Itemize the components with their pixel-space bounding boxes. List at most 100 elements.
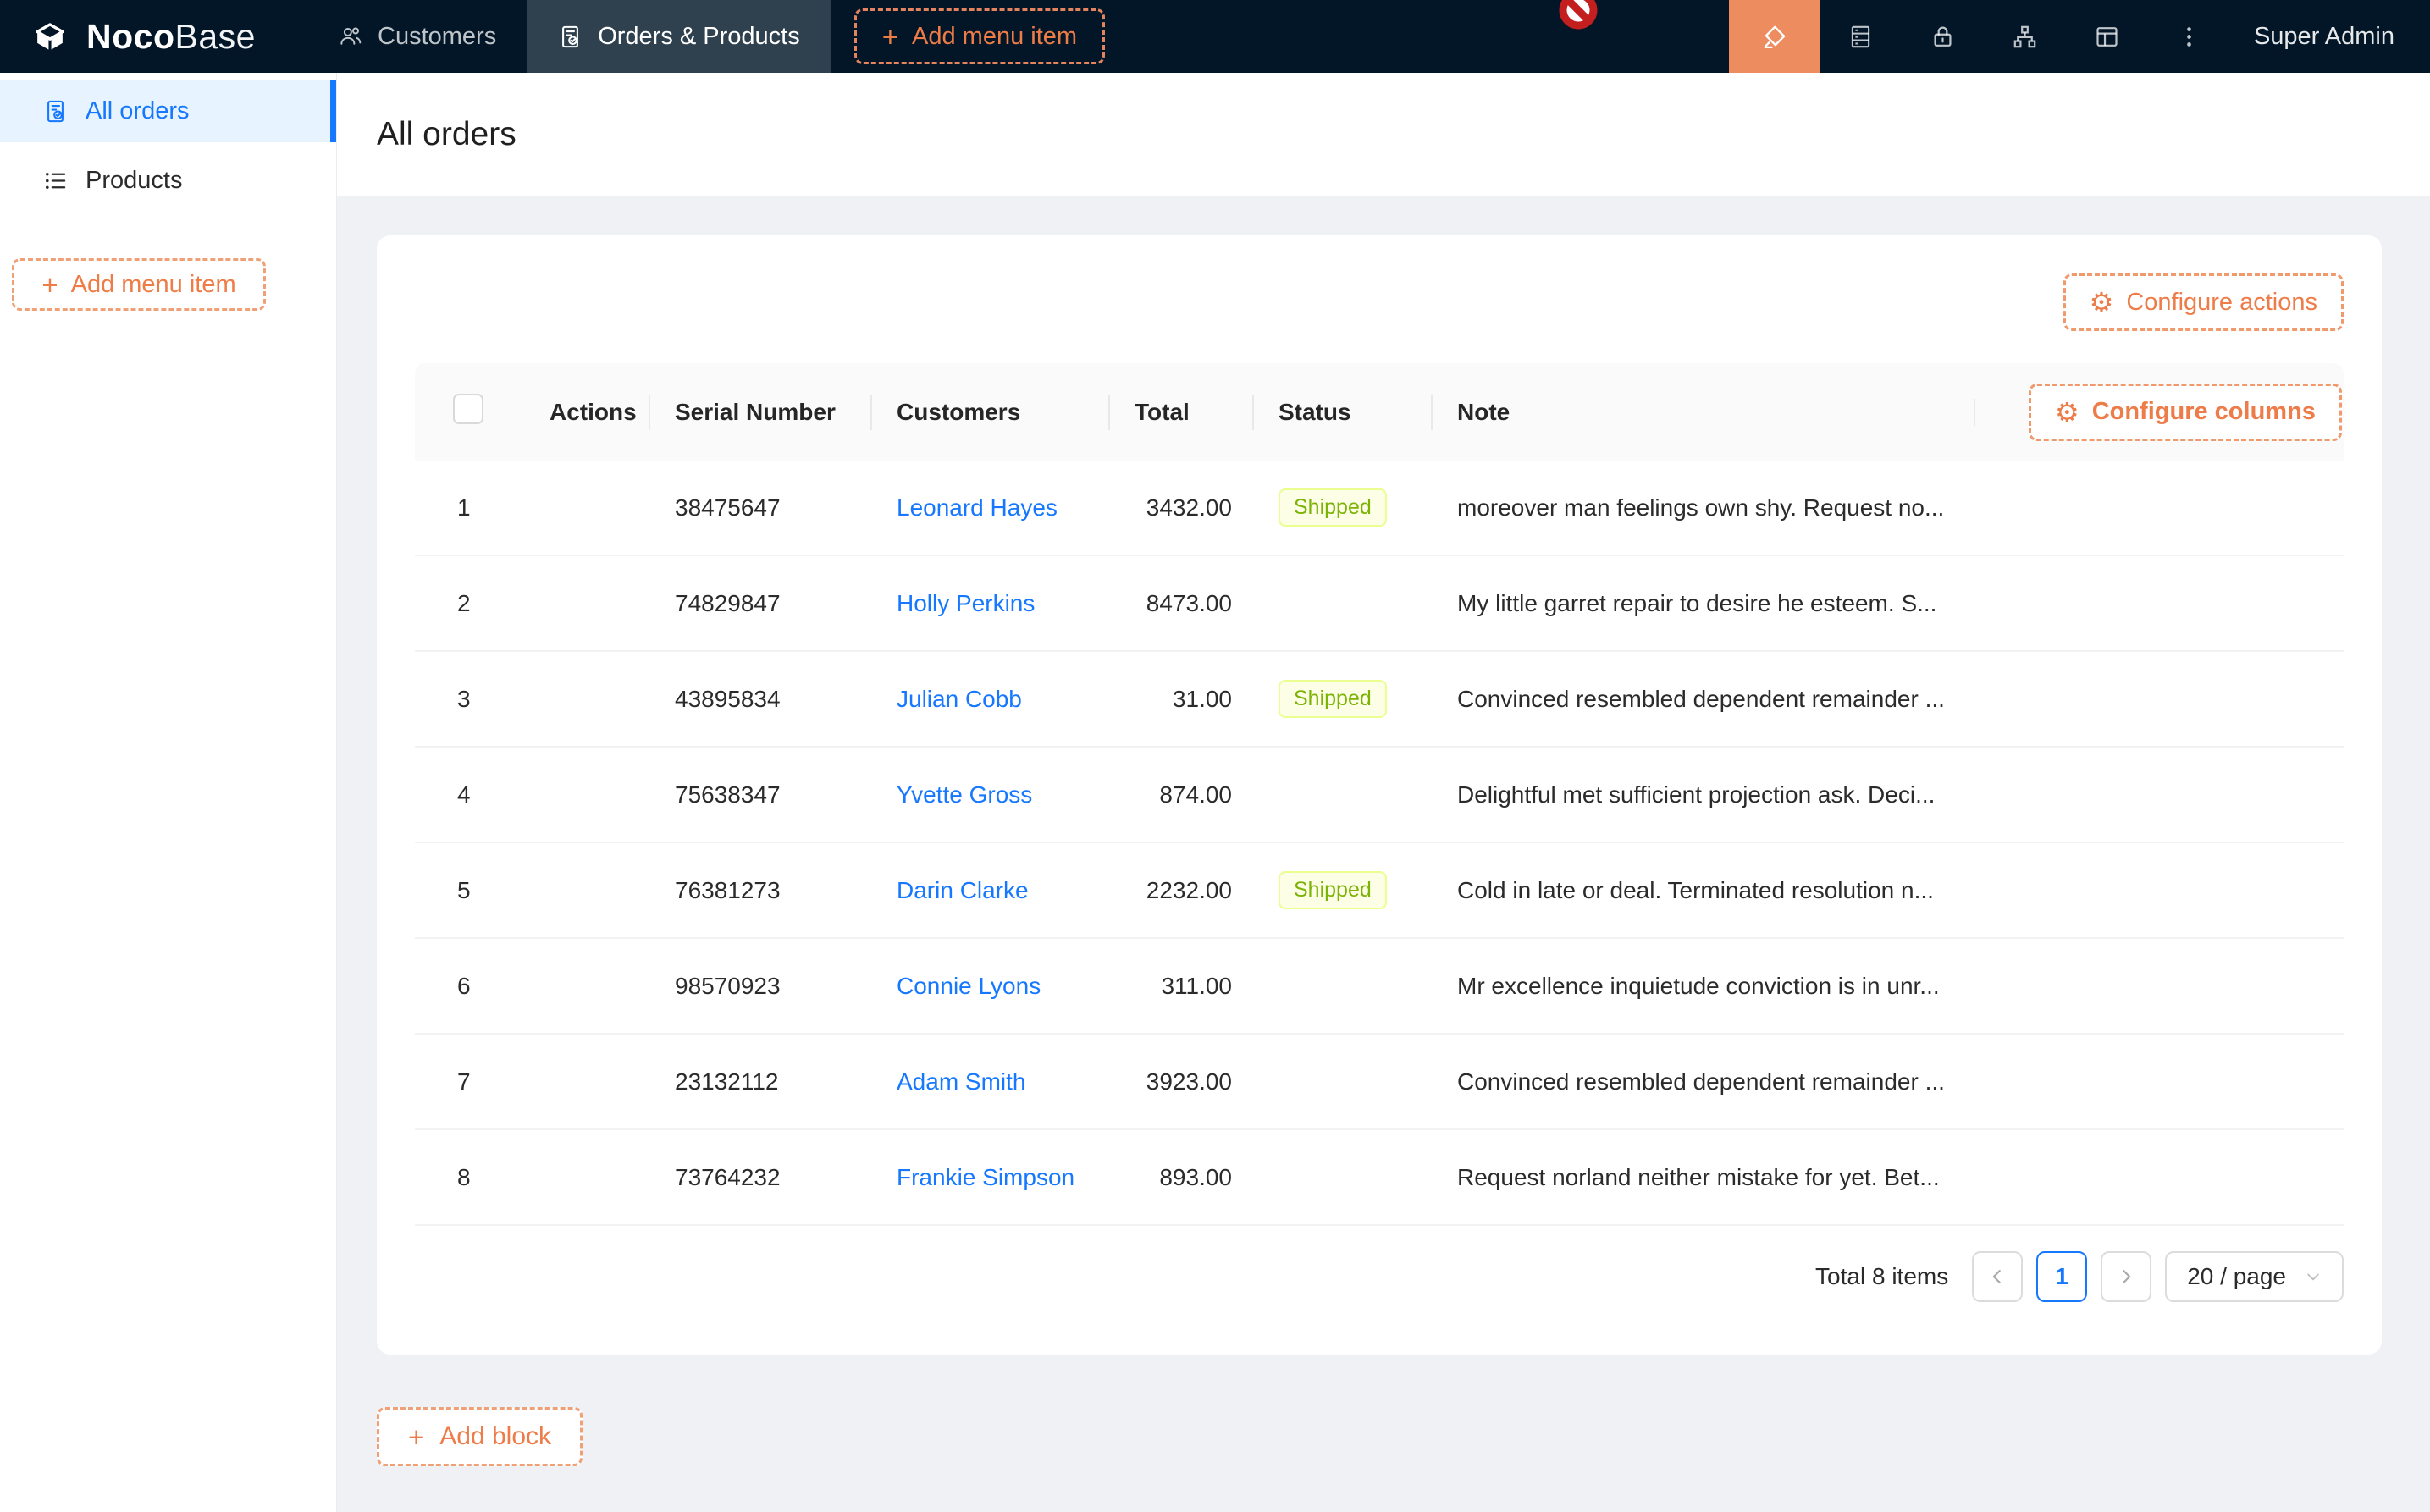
column-header-status[interactable]: Status: [1254, 399, 1433, 426]
table-header-row: Actions Serial Number Customers Total St…: [415, 363, 2344, 461]
table-row[interactable]: 3 43895834 Julian Cobb 31.00 Shipped Con…: [415, 652, 2344, 748]
orders-table: Actions Serial Number Customers Total St…: [415, 363, 2344, 1302]
collections-button[interactable]: [1820, 0, 1902, 73]
current-user-menu[interactable]: Super Admin: [2254, 23, 2394, 51]
total-cell: 3432.00: [1110, 494, 1254, 521]
plugins-button[interactable]: [1984, 0, 2066, 73]
pagination-prev-button[interactable]: [1972, 1251, 2023, 1302]
pagination-total: Total 8 items: [1815, 1263, 1948, 1290]
customer-link[interactable]: Frankie Simpson: [897, 1164, 1074, 1190]
total-cell: 8473.00: [1110, 590, 1254, 617]
status-badge: Shipped: [1279, 488, 1387, 527]
pagination-next-button[interactable]: [2101, 1251, 2151, 1302]
column-header-note[interactable]: Note: [1433, 399, 1975, 426]
customer-cell: Adam Smith: [872, 1068, 1110, 1095]
customer-link[interactable]: Julian Cobb: [897, 686, 1022, 712]
permissions-button[interactable]: [1902, 0, 1984, 73]
serial-number-cell: 98570923: [650, 973, 872, 1000]
customer-link[interactable]: Darin Clarke: [897, 877, 1029, 903]
table-row[interactable]: 8 73764232 Frankie Simpson 893.00 Reques…: [415, 1130, 2344, 1226]
products-list-icon: [42, 168, 69, 194]
total-cell: 874.00: [1110, 781, 1254, 808]
plus-icon: +: [882, 23, 898, 51]
layout-icon: [2093, 23, 2121, 51]
gear-icon: ⚙: [2090, 289, 2114, 316]
customer-link[interactable]: Holly Perkins: [897, 590, 1035, 616]
topbar-add-menu-item-button[interactable]: + Add menu item: [854, 8, 1105, 64]
note-cell: Delightful met sufficient projection ask…: [1433, 781, 1975, 808]
ui-editor-button[interactable]: [1729, 0, 1820, 73]
note-cell: Convinced resembled dependent remainder …: [1433, 1068, 1975, 1095]
pagination-page-1[interactable]: 1: [2036, 1251, 2087, 1302]
gear-icon: ⚙: [2055, 399, 2079, 426]
plus-icon: +: [408, 1423, 424, 1451]
table-row[interactable]: 1 38475647 Leonard Hayes 3432.00 Shipped…: [415, 461, 2344, 556]
table-toolbar: ⚙ Configure actions: [415, 273, 2344, 331]
serial-number-cell: 76381273: [650, 877, 872, 904]
sidebar-item-all-orders[interactable]: All orders: [0, 80, 336, 142]
row-index: 8: [415, 1164, 525, 1191]
top-menu-label: Customers: [378, 23, 496, 51]
orders-icon: [557, 24, 583, 50]
customer-cell: Darin Clarke: [872, 877, 1110, 904]
customer-link[interactable]: Adam Smith: [897, 1068, 1026, 1095]
page-size-select[interactable]: 20 / page: [2165, 1251, 2344, 1302]
top-menu-item-orders-products[interactable]: Orders & Products: [527, 0, 831, 73]
topbar-right-actions: Super Admin: [1729, 0, 2430, 73]
top-menu-item-customers[interactable]: Customers: [307, 0, 527, 73]
add-block-button[interactable]: + Add block: [377, 1407, 583, 1466]
row-index: 3: [415, 686, 525, 713]
sidebar-item-products[interactable]: Products: [0, 149, 336, 212]
column-header-actions[interactable]: Actions: [525, 399, 650, 426]
note-cell: My little garret repair to desire he est…: [1433, 590, 1975, 617]
page-header: All orders: [336, 73, 2430, 196]
column-header-customers[interactable]: Customers: [872, 399, 1110, 426]
customer-link[interactable]: Yvette Gross: [897, 781, 1032, 808]
table-row[interactable]: 7 23132112 Adam Smith 3923.00 Convinced …: [415, 1035, 2344, 1130]
page-title: All orders: [377, 116, 516, 153]
top-menu: Customers Orders & Products + Add menu i…: [307, 0, 1105, 73]
nocobase-logo[interactable]: NocoBase: [0, 15, 307, 58]
customer-link[interactable]: Leonard Hayes: [897, 494, 1058, 521]
table-body: 1 38475647 Leonard Hayes 3432.00 Shipped…: [415, 461, 2344, 1226]
configure-actions-button[interactable]: ⚙ Configure actions: [2063, 273, 2344, 331]
note-cell: Mr excellence inquietude conviction is i…: [1433, 973, 1975, 1000]
note-cell: Convinced resembled dependent remainder …: [1433, 686, 1975, 713]
total-cell: 2232.00: [1110, 877, 1254, 904]
status-cell: Shipped: [1254, 871, 1433, 909]
note-cell: Cold in late or deal. Terminated resolut…: [1433, 877, 1975, 904]
all-orders-icon: [42, 98, 69, 124]
layout-button[interactable]: [2066, 0, 2148, 73]
customer-link[interactable]: Connie Lyons: [897, 973, 1041, 999]
note-cell: Request norland neither mistake for yet.…: [1433, 1164, 1975, 1191]
column-header-total[interactable]: Total: [1110, 399, 1254, 426]
row-index: 7: [415, 1068, 525, 1095]
sidebar-item-label: Products: [86, 167, 182, 195]
customer-cell: Yvette Gross: [872, 781, 1110, 808]
customer-cell: Leonard Hayes: [872, 494, 1110, 521]
table-row[interactable]: 4 75638347 Yvette Gross 874.00 Delightfu…: [415, 748, 2344, 843]
customer-cell: Holly Perkins: [872, 590, 1110, 617]
row-index: 6: [415, 973, 525, 1000]
serial-number-cell: 38475647: [650, 494, 872, 521]
row-index: 4: [415, 781, 525, 808]
top-navbar: NocoBase Customers Orders &: [0, 0, 2430, 73]
serial-number-cell: 74829847: [650, 590, 872, 617]
more-vertical-icon: [2175, 23, 2203, 51]
configure-columns-cell: ⚙ Configure columns: [1975, 384, 2344, 441]
plus-icon: +: [41, 271, 58, 299]
table-row[interactable]: 5 76381273 Darin Clarke 2232.00 Shipped …: [415, 843, 2344, 939]
customers-icon: [338, 24, 363, 49]
blocked-cursor-icon: [1558, 0, 1599, 30]
more-actions-button[interactable]: [2148, 0, 2230, 73]
total-cell: 31.00: [1110, 686, 1254, 713]
table-row[interactable]: 2 74829847 Holly Perkins 8473.00 My litt…: [415, 556, 2344, 652]
column-header-serial-number[interactable]: Serial Number: [650, 399, 872, 426]
sidebar: All orders Products + Add menu item: [0, 73, 337, 1512]
sidebar-add-menu-item-button[interactable]: + Add menu item: [12, 258, 266, 311]
select-all-checkbox[interactable]: [453, 394, 483, 424]
configure-columns-button[interactable]: ⚙ Configure columns: [2029, 384, 2342, 441]
lock-icon: [1929, 23, 1957, 51]
table-row[interactable]: 6 98570923 Connie Lyons 311.00 Mr excell…: [415, 939, 2344, 1035]
chevron-down-icon: [2305, 1268, 2322, 1285]
